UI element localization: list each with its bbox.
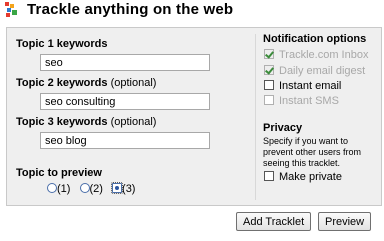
topic3-label: Topic 3 keywords (optional) xyxy=(16,116,157,128)
notify-inbox-option[interactable]: Trackle.com Inbox xyxy=(264,49,368,61)
title-bar: Trackle anything on the web xyxy=(0,0,384,22)
checkbox-icon[interactable] xyxy=(264,171,274,181)
checkbox-checked-icon[interactable] xyxy=(264,49,274,59)
preview-option-3[interactable]: (3) xyxy=(111,182,135,195)
preview-option-1[interactable]: (1) xyxy=(47,183,70,195)
checkbox-icon[interactable] xyxy=(264,80,274,90)
preview-topic-radio-group: (1) (2) (3) xyxy=(47,182,141,195)
notification-options-heading: Notification options xyxy=(263,33,367,45)
make-private-option[interactable]: Make private xyxy=(264,171,342,183)
notify-instant-sms-option[interactable]: Instant SMS xyxy=(264,95,339,107)
checkbox-icon[interactable] xyxy=(264,95,274,105)
notify-daily-digest-option[interactable]: Daily email digest xyxy=(264,65,365,77)
topic2-input[interactable] xyxy=(40,93,210,110)
topic1-label: Topic 1 keywords xyxy=(16,38,108,50)
preview-topic-label: Topic to preview xyxy=(16,167,102,179)
column-divider xyxy=(255,34,256,200)
trackle-logo-icon xyxy=(5,2,17,17)
radio-icon[interactable] xyxy=(79,183,90,193)
topic1-input[interactable] xyxy=(40,54,210,71)
add-tracklet-button[interactable]: Add Tracklet xyxy=(236,212,312,231)
page-title: Trackle anything on the web xyxy=(27,1,234,18)
privacy-description: Specify if you want to prevent other use… xyxy=(263,136,362,168)
notify-instant-email-option[interactable]: Instant email xyxy=(264,80,341,92)
checkbox-checked-icon[interactable] xyxy=(264,65,274,75)
privacy-heading: Privacy xyxy=(263,122,303,134)
radio-icon[interactable] xyxy=(47,183,57,193)
preview-button[interactable]: Preview xyxy=(318,212,372,231)
preview-option-2[interactable]: (2) xyxy=(79,183,103,195)
topic3-input[interactable] xyxy=(40,132,210,149)
topic2-label: Topic 2 keywords (optional) xyxy=(16,77,157,89)
radio-selected-icon[interactable] xyxy=(111,182,124,194)
